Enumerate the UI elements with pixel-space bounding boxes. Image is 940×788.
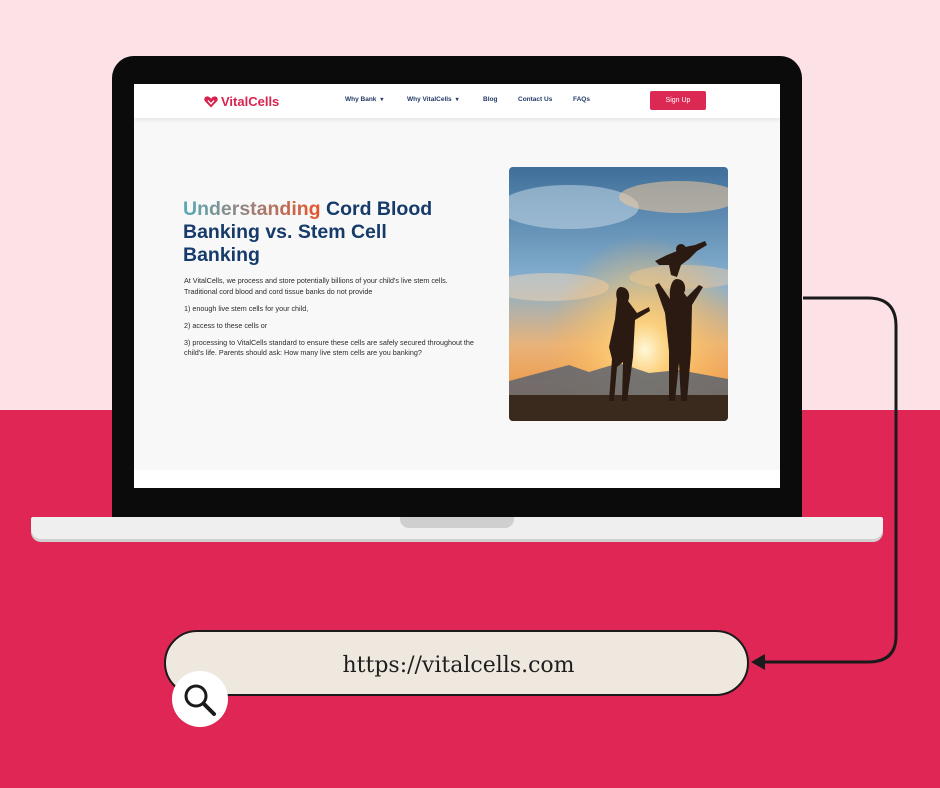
hero-paragraph: At VitalCells, we process and store pote… — [184, 276, 448, 296]
url-text: https://vitalcells.com — [342, 652, 575, 678]
hero-paragraph: 1) enough live stem cells for your child… — [184, 303, 309, 313]
signup-button[interactable]: Sign Up — [650, 91, 706, 110]
hero-title: Understanding Cord Blood Banking vs. Ste… — [183, 198, 463, 267]
logo-text: VitalCells — [221, 94, 280, 109]
laptop-screen: VitalCells Why Bank ▾ Why VitalCells ▾ Blo… — [134, 84, 780, 488]
nav-item-why-vitalcells[interactable]: Why VitalCells ▾ — [407, 96, 459, 103]
hero-paragraph: 2) access to these cells or — [184, 320, 268, 330]
photo-illustration — [509, 167, 728, 421]
site-navbar: VitalCells Why Bank ▾ Why VitalCells ▾ Blo… — [134, 84, 780, 118]
nav-label: Contact Us — [518, 96, 553, 103]
caret-down-icon: ▾ — [455, 97, 459, 103]
hero-title-highlight: Understanding — [183, 198, 321, 220]
nav-item-why-bank[interactable]: Why Bank ▾ — [345, 96, 383, 103]
hero-body: At VitalCells, we process and store pote… — [184, 276, 474, 366]
nav-item-blog[interactable]: Blog — [483, 96, 497, 103]
nav-label: FAQs — [573, 96, 590, 103]
nav-label: Blog — [483, 96, 498, 103]
search-button[interactable] — [172, 671, 228, 727]
page-bottom-strip — [134, 470, 780, 488]
nav-item-contact-us[interactable]: Contact Us — [518, 96, 552, 103]
nav-label: Why VitalCells — [407, 96, 452, 103]
site-logo[interactable]: VitalCells — [204, 94, 279, 109]
family-silhouette-sunset-photo — [509, 167, 728, 421]
caret-down-icon: ▾ — [380, 97, 384, 103]
laptop-notch — [400, 517, 514, 528]
address-bar[interactable]: https://vitalcells.com — [164, 630, 749, 696]
nav-label: Why Bank — [345, 96, 377, 103]
search-icon — [184, 684, 216, 716]
nav-item-faqs[interactable]: FAQs — [573, 96, 590, 103]
heart-logo-icon — [204, 95, 218, 107]
hero-paragraph: 3) processing to VitalCells standard to … — [184, 337, 474, 358]
